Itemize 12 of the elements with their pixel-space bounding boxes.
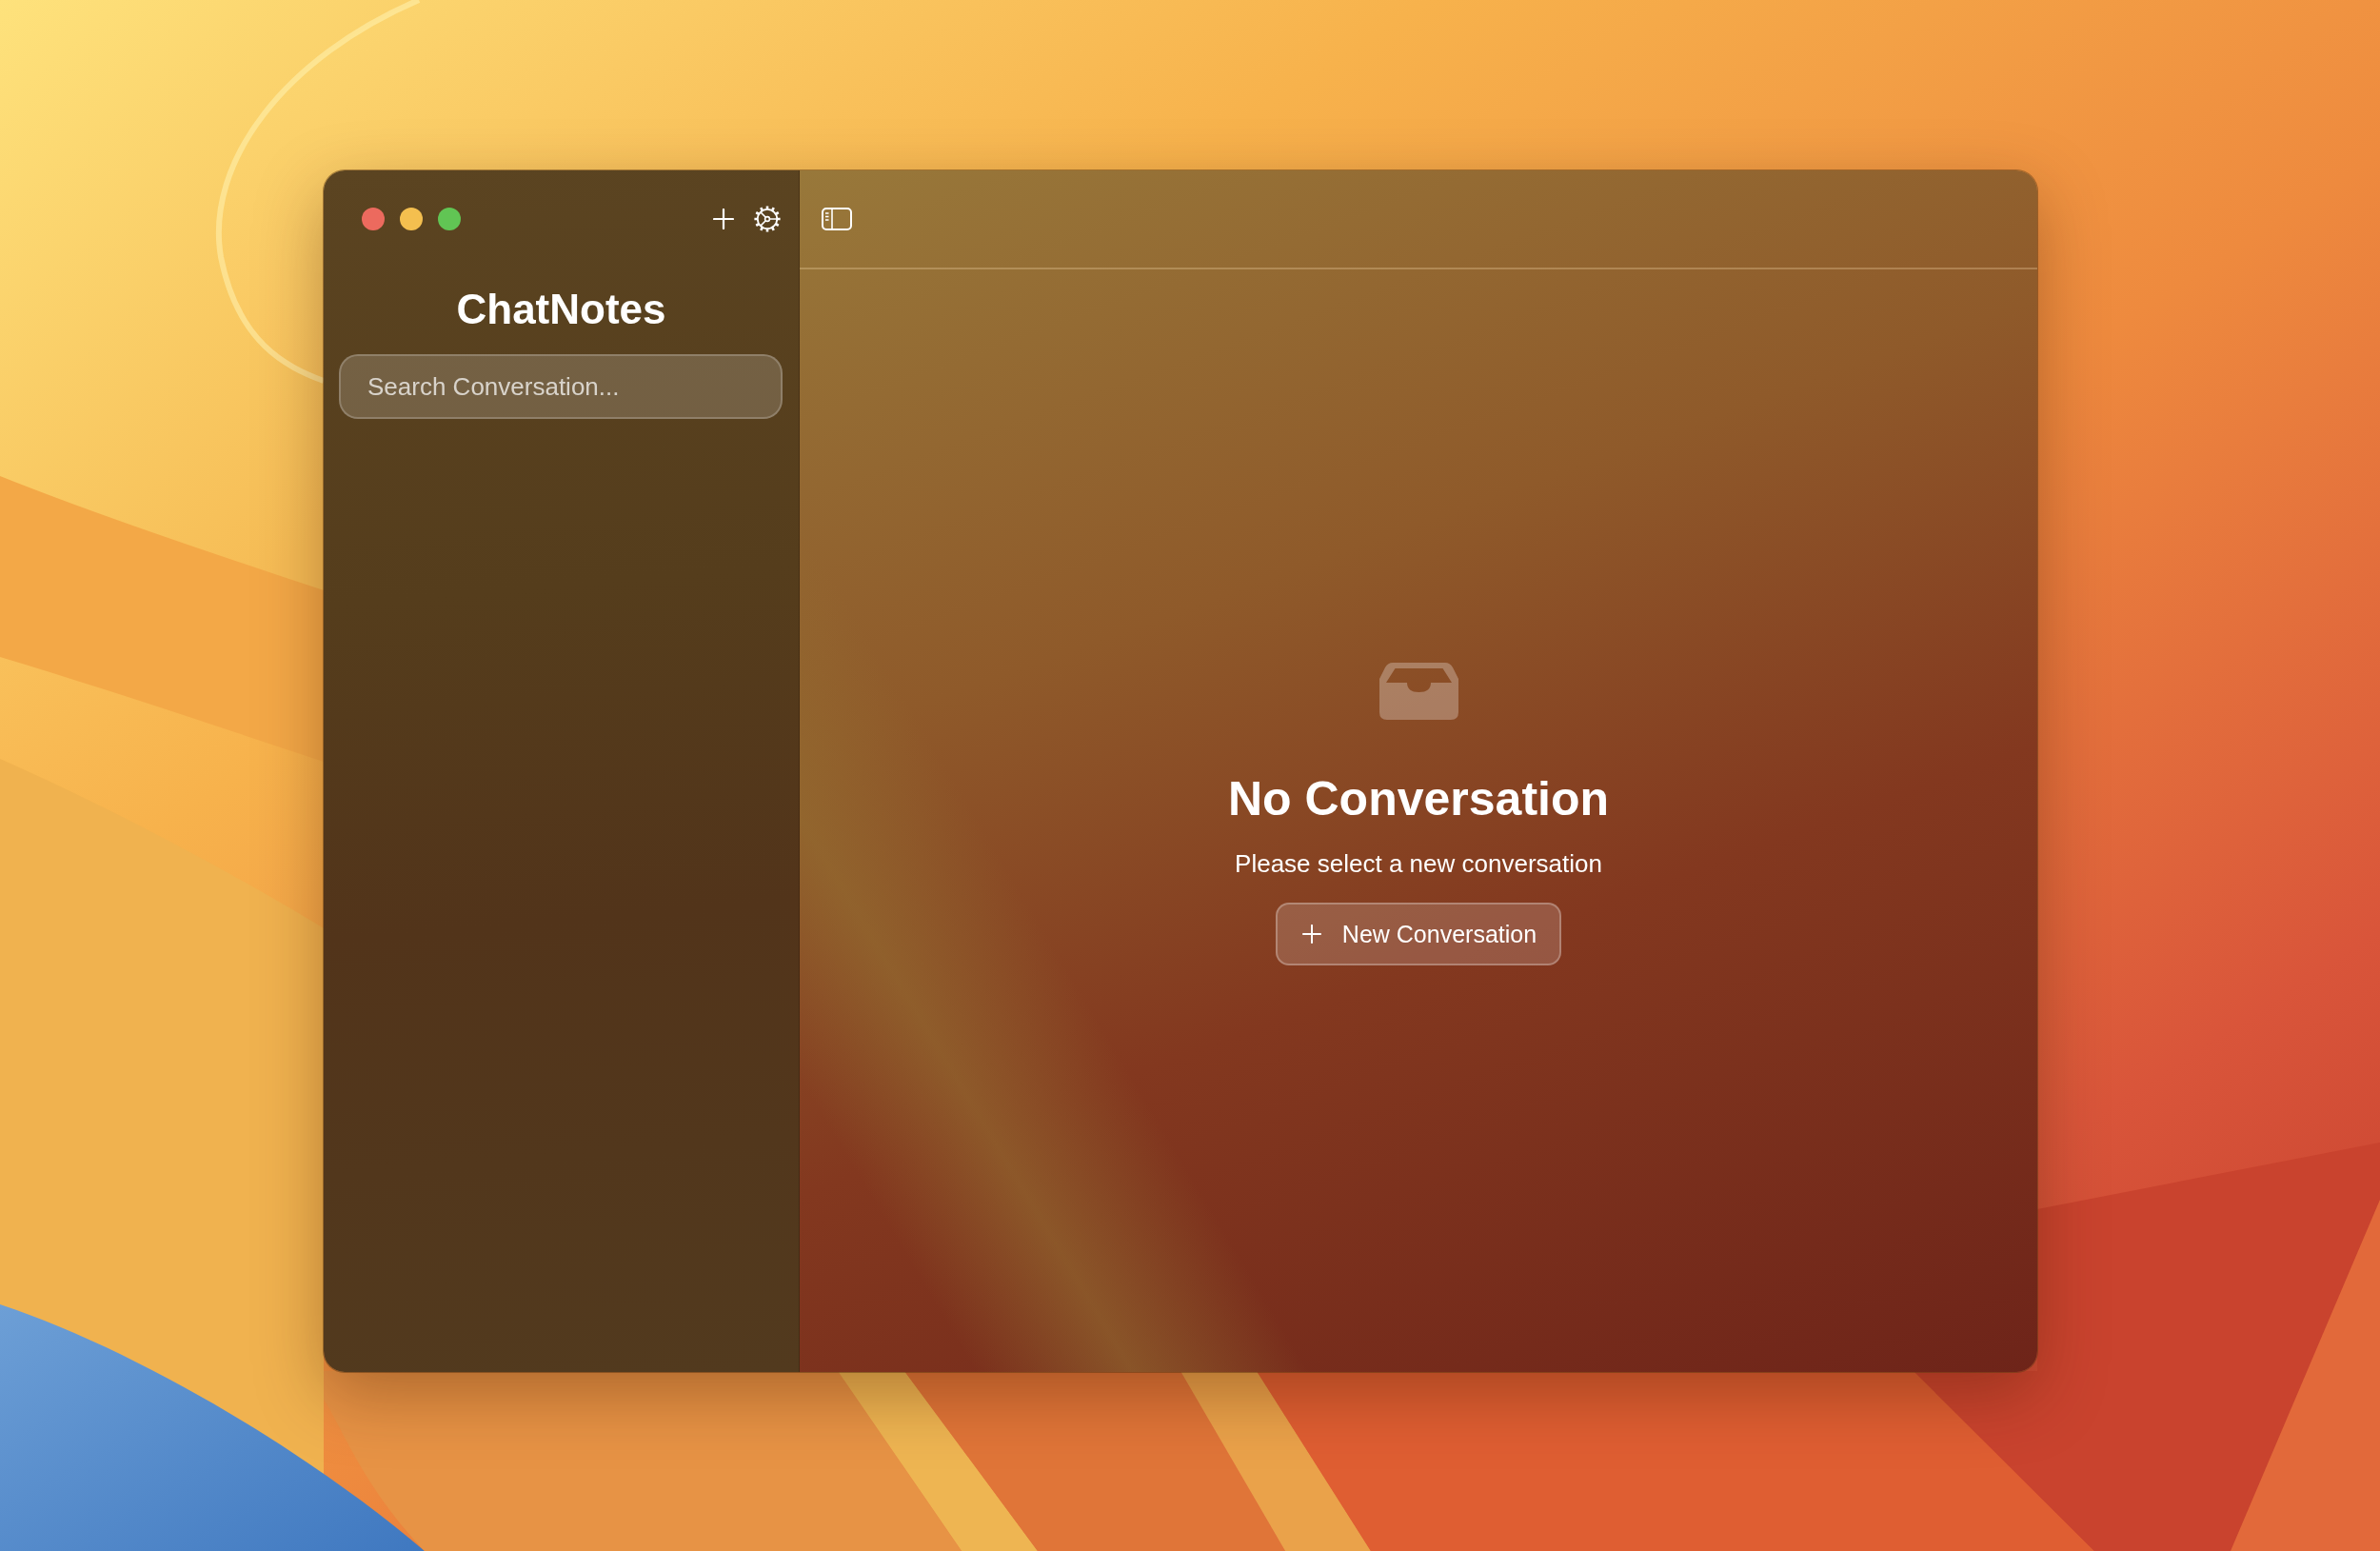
empty-state-message: Please select a new conversation: [1235, 848, 1602, 879]
zoom-icon[interactable]: [438, 208, 461, 230]
empty-state-title: No Conversation: [1227, 771, 1610, 827]
app-title: ChatNotes: [456, 285, 666, 334]
minimize-icon[interactable]: [400, 208, 423, 230]
plus-icon: [1301, 925, 1321, 944]
sidebar-icon[interactable]: [822, 208, 852, 230]
plus-icon[interactable]: [713, 209, 734, 229]
tray-icon: [1378, 663, 1458, 720]
new-conversation-button[interactable]: New Conversation: [1275, 903, 1562, 965]
gear-icon[interactable]: [754, 206, 781, 232]
close-icon[interactable]: [362, 208, 385, 230]
